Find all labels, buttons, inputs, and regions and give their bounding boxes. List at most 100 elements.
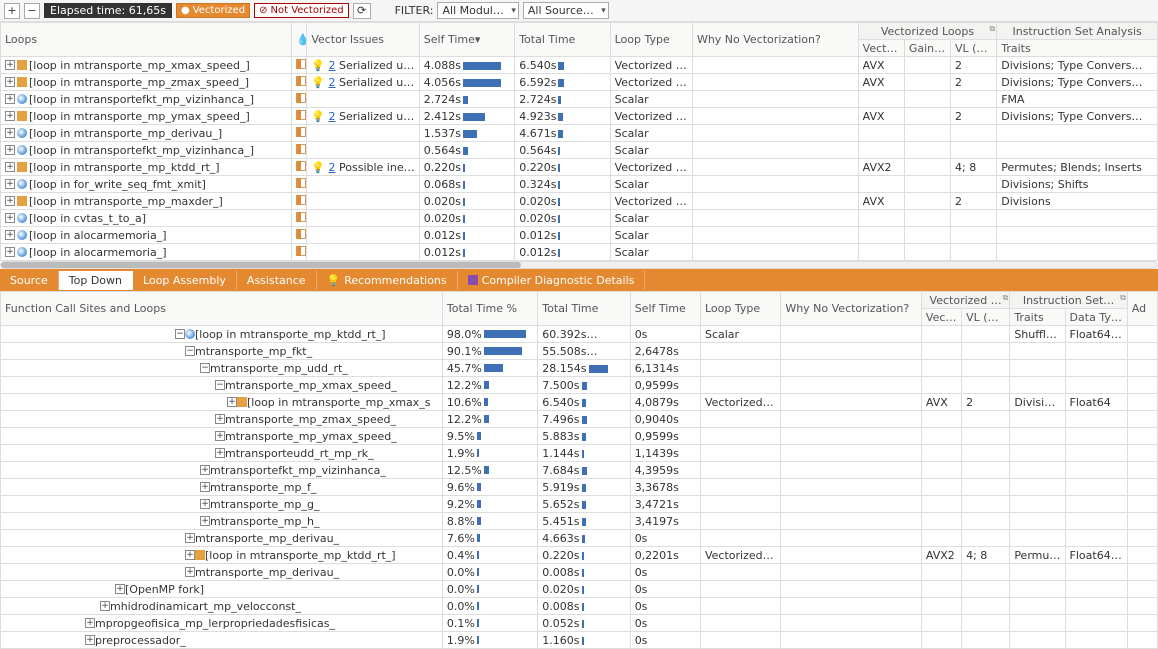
issue-link[interactable]: 2 — [329, 76, 336, 89]
table-row[interactable]: +mtransporte_mp_derivau_0.0%0.008s0s — [1, 564, 1158, 581]
col-group-vec-b[interactable]: Vectorized …⧉ — [921, 292, 1009, 309]
col-total-time[interactable]: Total Time — [515, 23, 610, 57]
table-row[interactable]: +[loop in mtransporte_mp_zmax_speed_]💡 2… — [1, 74, 1158, 91]
expand-all-button[interactable]: + — [4, 3, 20, 19]
col-group-vec-loops[interactable]: Vectorized Loops⧉ — [858, 23, 997, 40]
issue-link[interactable]: 2 — [329, 59, 336, 72]
col-ad[interactable]: Ad — [1127, 292, 1157, 326]
tree-toggle[interactable]: + — [5, 77, 15, 87]
tree-toggle[interactable]: + — [5, 179, 15, 189]
table-row[interactable]: −mtransporte_mp_udd_rt_45.7%28.154s6,131… — [1, 360, 1158, 377]
filter-sources-select[interactable]: All Source… — [523, 2, 609, 19]
col-traits[interactable]: Traits — [997, 40, 1158, 57]
col-total-time-b[interactable]: Total Time — [538, 292, 630, 326]
col-loops[interactable]: Loops — [1, 23, 292, 57]
table-row[interactable]: +[loop in mtransporte_mp_ymax_speed_]💡 2… — [1, 108, 1158, 125]
popout-icon[interactable]: ⧉ — [990, 24, 996, 34]
col-vect-b[interactable]: Vect… — [921, 309, 961, 326]
vectorized-tag[interactable]: ●Vectorized — [176, 3, 250, 18]
filter-modules-select[interactable]: All Modul… — [437, 2, 518, 19]
table-row[interactable]: +[loop in alocarmemoria_]0.012s0.012sSca… — [1, 227, 1158, 244]
table-row[interactable]: +[loop in mtransporte_mp_xmax_s10.6%6.54… — [1, 394, 1158, 411]
tree-toggle[interactable]: + — [5, 128, 15, 138]
issue-link[interactable]: 2 — [329, 161, 336, 174]
table-row[interactable]: +mhidrodinamicart_mp_velocconst_0.0%0.00… — [1, 598, 1158, 615]
tree-toggle[interactable]: + — [5, 213, 15, 223]
tree-toggle[interactable]: + — [115, 584, 125, 594]
table-row[interactable]: +[loop in mtransportefkt_mp_vizinhanca_]… — [1, 91, 1158, 108]
col-vect[interactable]: Vect… — [858, 40, 904, 57]
table-row[interactable]: +mtransporteudd_rt_mp_rk_1.9%1.144s1,143… — [1, 445, 1158, 462]
collapse-all-button[interactable]: − — [24, 3, 40, 19]
tree-toggle[interactable]: + — [227, 397, 237, 407]
col-why-no-vec-b[interactable]: Why No Vectorization? — [781, 292, 922, 326]
popout-icon[interactable]: ⧉ — [1003, 293, 1009, 303]
tab-recommendations[interactable]: 💡Recommendations — [317, 271, 458, 290]
table-row[interactable]: +mtransporte_mp_f_9.6%5.919s3,3678s — [1, 479, 1158, 496]
col-gain[interactable]: Gain … — [904, 40, 950, 57]
col-why-no-vec[interactable]: Why No Vectorization? — [692, 23, 858, 57]
tree-toggle[interactable]: + — [5, 196, 15, 206]
col-vl-b[interactable]: VL (V… — [962, 309, 1010, 326]
col-group-instr-b[interactable]: Instruction Set…⧉ — [1010, 292, 1128, 309]
tree-toggle[interactable]: + — [5, 145, 15, 155]
col-loop-type-b[interactable]: Loop Type — [700, 292, 780, 326]
table-row[interactable]: +[loop in mtransporte_mp_ktdd_rt_]💡 2 Po… — [1, 159, 1158, 176]
col-dtype[interactable]: Data Ty… — [1065, 309, 1127, 326]
tree-toggle[interactable]: + — [200, 499, 210, 509]
col-traits-b[interactable]: Traits — [1010, 309, 1065, 326]
tree-toggle[interactable]: + — [185, 533, 195, 543]
table-row[interactable]: +[OpenMP fork]0.0%0.020s0s — [1, 581, 1158, 598]
popout-icon[interactable]: ⧉ — [1120, 293, 1126, 303]
table-row[interactable]: +mpropgeofisica_mp_lerpropriedadesfisica… — [1, 615, 1158, 632]
table-row[interactable]: −[loop in mtransporte_mp_ktdd_rt_]98.0%6… — [1, 326, 1158, 343]
tree-toggle[interactable]: − — [200, 363, 210, 373]
table-row[interactable]: +mtransporte_mp_zmax_speed_12.2%7.496s0,… — [1, 411, 1158, 428]
tree-toggle[interactable]: + — [100, 601, 110, 611]
table-row[interactable]: +mtransporte_mp_g_9.2%5.652s3,4721s — [1, 496, 1158, 513]
table-row[interactable]: −mtransporte_mp_xmax_speed_12.2%7.500s0,… — [1, 377, 1158, 394]
tab-assistance[interactable]: Assistance — [237, 271, 317, 290]
table-row[interactable]: +[loop in mtransportefkt_mp_vizinhanca_]… — [1, 142, 1158, 159]
tree-toggle[interactable]: + — [5, 247, 15, 257]
table-row[interactable]: +[loop in mtransporte_mp_derivau_]1.537s… — [1, 125, 1158, 142]
tree-toggle[interactable]: + — [85, 635, 95, 645]
tree-toggle[interactable]: + — [5, 230, 15, 240]
tree-toggle[interactable]: + — [185, 550, 195, 560]
col-drop-icon[interactable]: 💧 — [292, 23, 307, 57]
tree-toggle[interactable]: + — [85, 618, 95, 628]
col-self-time[interactable]: Self Time▾ — [419, 23, 514, 57]
refresh-button[interactable]: ⟳ — [353, 3, 371, 19]
tab-compiler-diagnostics[interactable]: Compiler Diagnostic Details — [458, 271, 646, 290]
col-loop-type[interactable]: Loop Type — [610, 23, 692, 57]
tree-toggle[interactable]: + — [5, 162, 15, 172]
not-vectorized-tag[interactable]: ⊘Not Vectorized — [254, 3, 348, 18]
horizontal-scrollbar[interactable] — [0, 261, 1158, 269]
col-group-instr[interactable]: Instruction Set Analysis — [997, 23, 1158, 40]
col-func[interactable]: Function Call Sites and Loops — [1, 292, 443, 326]
table-row[interactable]: −mtransporte_mp_fkt_90.1%55.508s2,6478s — [1, 343, 1158, 360]
tree-toggle[interactable]: − — [175, 329, 185, 339]
tree-toggle[interactable]: + — [215, 448, 225, 458]
issue-link[interactable]: 2 — [329, 110, 336, 123]
table-row[interactable]: +mtransporte_mp_ymax_speed_9.5%5.883s0,9… — [1, 428, 1158, 445]
tab-top-down[interactable]: Top Down — [59, 271, 133, 290]
tree-toggle[interactable]: − — [215, 380, 225, 390]
table-row[interactable]: +preprocessador_1.9%1.160s0s — [1, 632, 1158, 649]
tree-toggle[interactable]: + — [5, 60, 15, 70]
table-row[interactable]: +mtransporte_mp_derivau_7.6%4.663s0s — [1, 530, 1158, 547]
table-row[interactable]: +[loop in for_write_seq_fmt_xmit]0.068s0… — [1, 176, 1158, 193]
col-total-pct[interactable]: Total Time % — [442, 292, 537, 326]
tree-toggle[interactable]: − — [185, 346, 195, 356]
table-row[interactable]: +[loop in alocarmemoria_]0.012s0.012sSca… — [1, 244, 1158, 261]
tree-toggle[interactable]: + — [200, 516, 210, 526]
table-row[interactable]: +[loop in mtransporte_mp_maxder_]0.020s0… — [1, 193, 1158, 210]
table-row[interactable]: +mtransporte_mp_h_8.8%5.451s3,4197s — [1, 513, 1158, 530]
table-row[interactable]: +[loop in mtransporte_mp_ktdd_rt_]0.4%0.… — [1, 547, 1158, 564]
tree-toggle[interactable]: + — [185, 567, 195, 577]
table-row[interactable]: +[loop in mtransporte_mp_xmax_speed_]💡 2… — [1, 57, 1158, 74]
scrollbar-thumb[interactable] — [1, 262, 521, 268]
tree-toggle[interactable]: + — [5, 94, 15, 104]
tree-toggle[interactable]: + — [200, 482, 210, 492]
tree-toggle[interactable]: + — [5, 111, 15, 121]
